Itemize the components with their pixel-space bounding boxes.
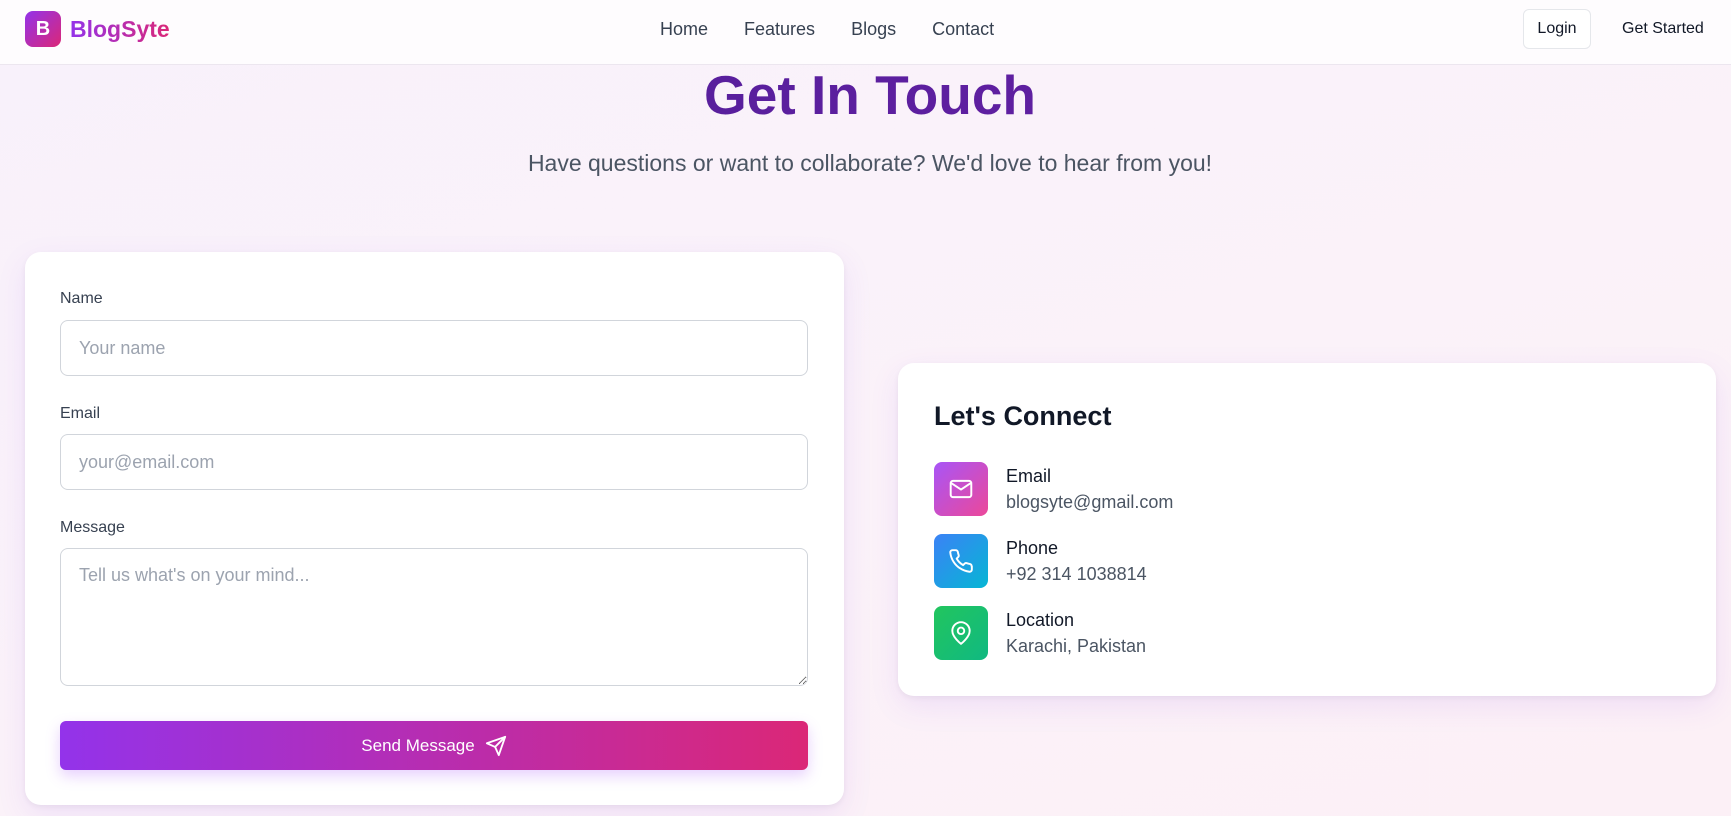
email-input[interactable] [60, 434, 808, 490]
send-message-label: Send Message [361, 735, 475, 755]
name-label: Name [60, 290, 103, 307]
send-icon [485, 735, 506, 756]
logo-text: BlogSyte [70, 15, 170, 42]
send-message-button[interactable]: Send Message [60, 721, 808, 770]
nav-blogs[interactable]: Blogs [851, 19, 896, 40]
message-textarea[interactable] [60, 548, 808, 686]
email-label: Email [60, 405, 101, 422]
contact-phone-value[interactable]: +92 314 1038814 [1006, 561, 1147, 587]
nav-features[interactable]: Features [744, 19, 815, 40]
logo-badge: B [25, 11, 61, 47]
login-button[interactable]: Login [1523, 9, 1591, 49]
page-title: Get In Touch [0, 62, 1731, 128]
main-nav: Home Features Blogs Contact [660, 19, 1030, 40]
message-label: Message [60, 519, 125, 536]
phone-icon [934, 534, 988, 588]
connect-title: Let's Connect [934, 401, 1112, 431]
contact-location-label: Location [1006, 610, 1075, 630]
logo[interactable]: B BlogSyte [25, 11, 170, 47]
nav-contact[interactable]: Contact [932, 19, 994, 40]
map-pin-icon [934, 606, 988, 660]
nav-home[interactable]: Home [660, 19, 708, 40]
contact-location-item: Location Karachi, Pakistan [934, 606, 1146, 660]
contact-form-card: Name Email Message Send Message [25, 252, 844, 805]
get-started-button[interactable]: Get Started [1612, 9, 1714, 49]
mail-icon [934, 462, 988, 516]
contact-phone-item: Phone +92 314 1038814 [934, 534, 1147, 588]
contact-email-value[interactable]: blogsyte@gmail.com [1006, 489, 1173, 515]
contact-location-value: Karachi, Pakistan [1006, 636, 1147, 656]
contact-email-label: Email [1006, 466, 1052, 486]
page-subtitle: Have questions or want to collaborate? W… [527, 150, 1213, 176]
top-navbar: B BlogSyte Home Features Blogs Contact L… [0, 0, 1731, 65]
lets-connect-card: Let's Connect Email blogsyte@gmail.com P… [898, 363, 1716, 696]
contact-email-item: Email blogsyte@gmail.com [934, 462, 1173, 516]
name-input[interactable] [60, 320, 808, 376]
contact-phone-label: Phone [1006, 538, 1059, 558]
